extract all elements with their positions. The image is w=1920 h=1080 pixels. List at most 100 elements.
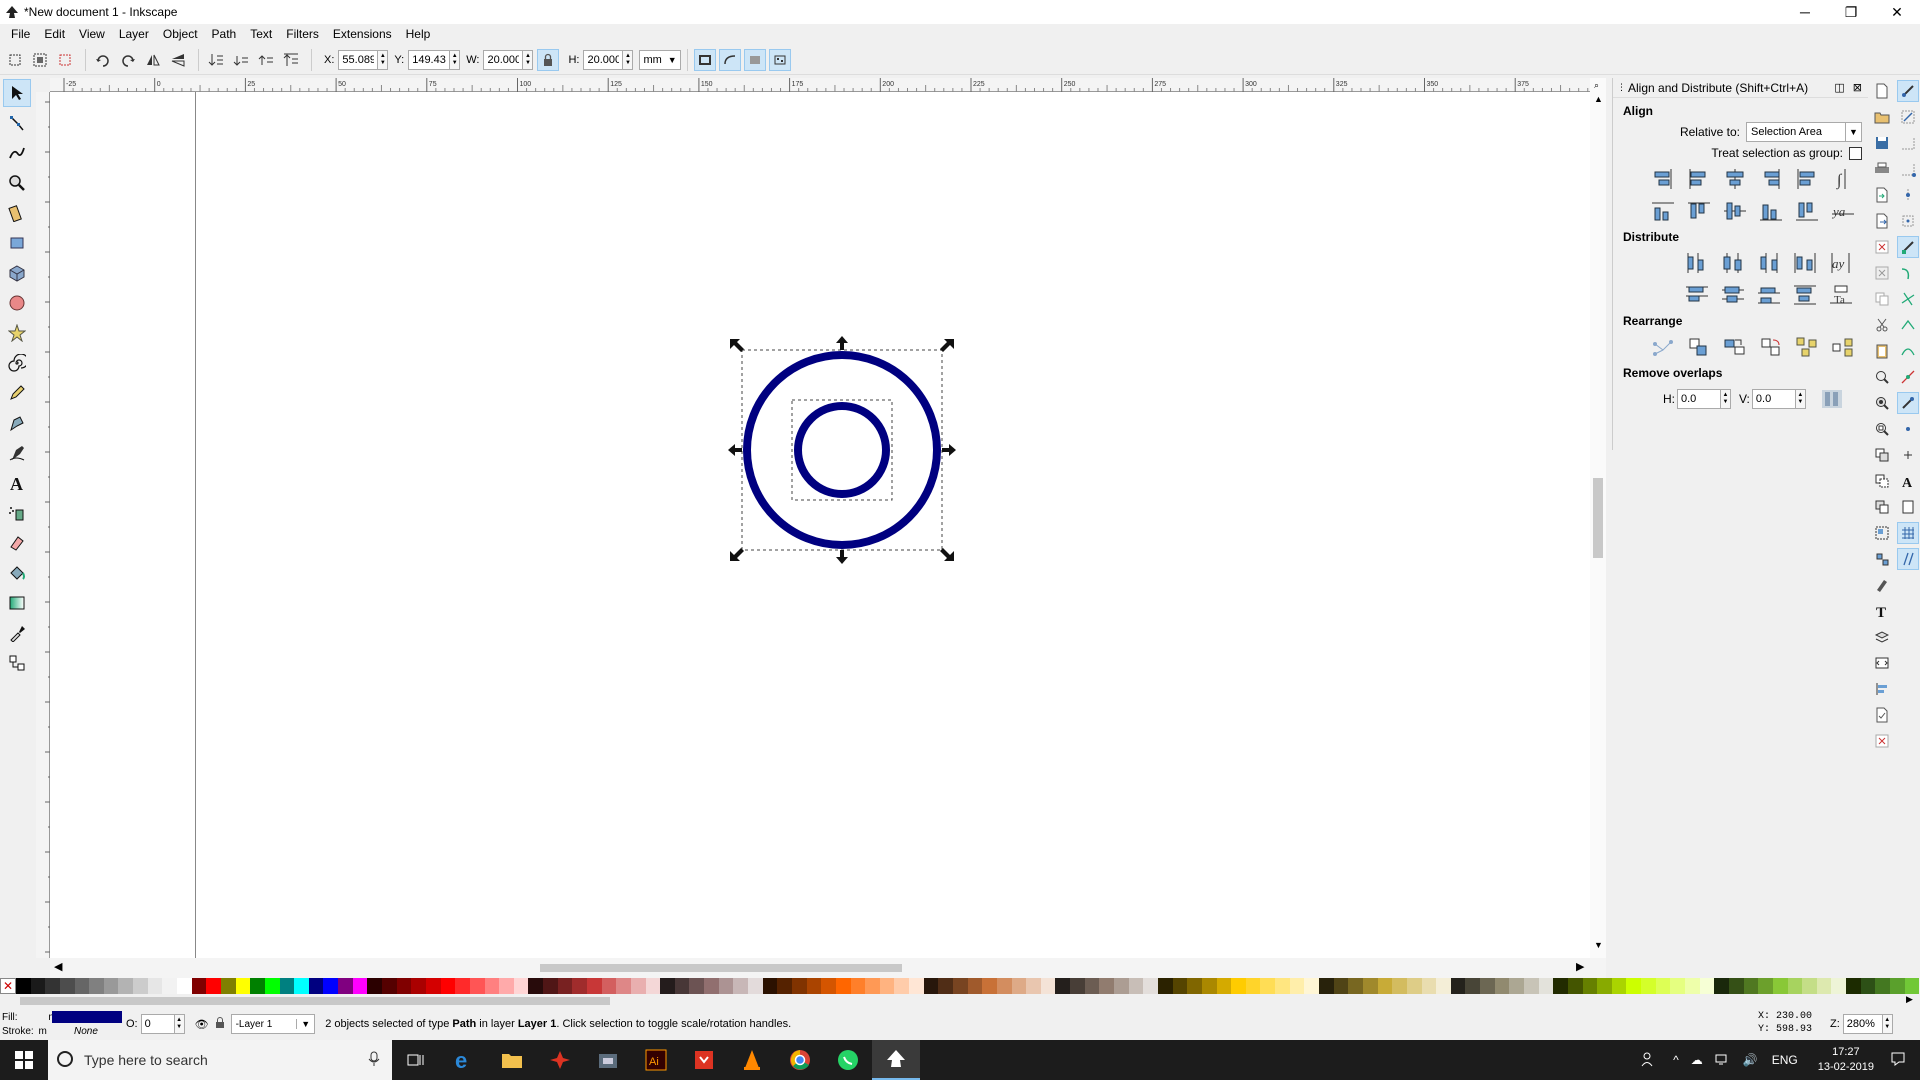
palette-swatch[interactable]	[586, 978, 602, 994]
palette-swatch[interactable]	[572, 978, 587, 994]
palette-swatch[interactable]	[718, 978, 734, 994]
y-spin-arrows[interactable]: ▲ ▼	[450, 49, 461, 70]
palette-swatch[interactable]	[1436, 978, 1451, 994]
tray-chevron-up-icon[interactable]: ^	[1673, 1053, 1679, 1067]
new-document-icon[interactable]	[1871, 80, 1893, 102]
open-document-icon[interactable]	[1871, 106, 1893, 128]
palette-swatch[interactable]	[220, 978, 236, 994]
palette-swatch[interactable]	[206, 978, 221, 994]
align-top-to-bottom-icon[interactable]	[1793, 198, 1821, 224]
x-spinbox[interactable]: ▲▼	[338, 49, 389, 70]
palette-swatch[interactable]	[660, 978, 675, 994]
palette-swatch[interactable]	[938, 978, 953, 994]
palette-swatch[interactable]	[1187, 978, 1202, 994]
palette-swatch[interactable]	[1070, 978, 1085, 994]
palette-swatch[interactable]	[440, 978, 456, 994]
menu-object[interactable]: Object	[156, 27, 205, 41]
measure-tool-icon[interactable]	[3, 199, 31, 227]
relative-to-select[interactable]: Selection Area ▼	[1746, 122, 1862, 142]
pencil-tool-icon[interactable]	[3, 379, 31, 407]
preferences-icon[interactable]	[1871, 730, 1893, 752]
menu-text[interactable]: Text	[243, 27, 279, 41]
snap-enable-icon[interactable]	[1897, 80, 1919, 102]
snap-guides-icon[interactable]	[1897, 548, 1919, 570]
action-center-icon[interactable]	[1890, 1051, 1906, 1070]
calligraphy-tool-icon[interactable]	[3, 439, 31, 467]
palette-swatch[interactable]	[791, 978, 807, 994]
palette-swatch[interactable]	[557, 978, 573, 994]
palette-swatch[interactable]	[1084, 978, 1100, 994]
deselect-icon[interactable]	[54, 49, 76, 71]
palette-swatch[interactable]	[484, 978, 500, 994]
palette-swatch[interactable]	[733, 978, 749, 994]
menu-help[interactable]: Help	[399, 27, 438, 41]
w-input[interactable]	[483, 49, 524, 70]
snap-centers-icon[interactable]	[1897, 418, 1919, 440]
unclump-icon[interactable]	[1829, 334, 1857, 360]
palette-swatch[interactable]	[1553, 978, 1568, 994]
dropper-tool-icon[interactable]	[3, 619, 31, 647]
palette-swatch[interactable]	[147, 978, 163, 994]
palette-swatch[interactable]	[250, 978, 265, 994]
palette-swatch[interactable]	[191, 978, 207, 994]
scale-corners-icon[interactable]	[718, 48, 741, 71]
duplicate-icon[interactable]	[1871, 444, 1893, 466]
vertical-ruler[interactable]	[36, 92, 50, 958]
snap-intersections-icon[interactable]	[1897, 288, 1919, 310]
palette-swatch[interactable]	[1040, 978, 1056, 994]
palette-swatch[interactable]	[1231, 978, 1246, 994]
palette-swatch[interactable]	[645, 978, 661, 994]
maximize-button[interactable]: ❐	[1828, 0, 1874, 24]
onedrive-icon[interactable]: ☁	[1691, 1053, 1703, 1067]
align-right-edges-icon[interactable]	[1757, 166, 1785, 192]
palette-swatch[interactable]	[1260, 978, 1276, 994]
palette-swatch[interactable]	[235, 978, 251, 994]
palette-swatch[interactable]	[982, 978, 997, 994]
palette-swatch[interactable]	[1890, 978, 1905, 994]
palette-swatch[interactable]	[1831, 978, 1847, 994]
layers-icon[interactable]	[1871, 626, 1893, 648]
download-app-icon[interactable]	[680, 1040, 728, 1080]
palette-swatch[interactable]	[1421, 978, 1437, 994]
align-right-to-left-icon[interactable]	[1649, 166, 1677, 192]
palette-swatch[interactable]	[1216, 978, 1232, 994]
node-tool-icon[interactable]	[3, 109, 31, 137]
zoom-selection-icon[interactable]	[1871, 366, 1893, 388]
palette-swatch[interactable]	[1245, 978, 1261, 994]
scroll-right-icon[interactable]: ▶	[1576, 960, 1584, 973]
palette-swatch[interactable]	[1714, 978, 1729, 994]
print-icon[interactable]	[1871, 158, 1893, 180]
distribute-top-edges-icon[interactable]	[1683, 282, 1711, 308]
palette-swatch[interactable]	[1406, 978, 1422, 994]
menu-edit[interactable]: Edit	[37, 27, 72, 41]
selector-tool-icon[interactable]	[3, 79, 31, 107]
iconify-icon[interactable]: ◫	[1834, 81, 1844, 94]
snap-paths-icon[interactable]	[1897, 262, 1919, 284]
overlap-h-spinbox[interactable]: ▲▼	[1677, 389, 1731, 409]
flip-horizontal-icon[interactable]	[142, 49, 164, 71]
align-top-edges-icon[interactable]	[1685, 198, 1713, 224]
snap-bbox-edge-icon[interactable]	[1897, 132, 1919, 154]
ungroup-icon[interactable]	[1871, 548, 1893, 570]
palette-swatch[interactable]	[1772, 978, 1788, 994]
palette-swatch[interactable]	[1362, 978, 1378, 994]
align-bottom-edges-icon[interactable]	[1757, 198, 1785, 224]
palette-swatch[interactable]	[1670, 978, 1686, 994]
palette-swatch[interactable]	[1114, 978, 1129, 994]
palette-scroll-right-icon[interactable]: ▶	[1906, 994, 1913, 1005]
palette-swatch[interactable]	[1567, 978, 1583, 994]
palette-swatch[interactable]	[425, 978, 441, 994]
clock[interactable]: 17:27 13-02-2019	[1818, 1045, 1874, 1075]
rotate-cw-icon[interactable]	[117, 49, 139, 71]
snap-bbox-corner-icon[interactable]	[1897, 158, 1919, 180]
scroll-left-icon[interactable]: ◀	[54, 960, 62, 973]
distribute-text-anchors-icon[interactable]: ay	[1827, 250, 1855, 276]
snap-bbox-center-icon[interactable]	[1897, 210, 1919, 232]
palette-swatch[interactable]	[30, 978, 46, 994]
eraser-tool-icon[interactable]	[3, 529, 31, 557]
save-icon[interactable]	[1871, 132, 1893, 154]
palette-swatch[interactable]	[1509, 978, 1524, 994]
palette-swatch[interactable]	[806, 978, 822, 994]
palette-swatch[interactable]	[1128, 978, 1144, 994]
paste-icon[interactable]	[1871, 340, 1893, 362]
